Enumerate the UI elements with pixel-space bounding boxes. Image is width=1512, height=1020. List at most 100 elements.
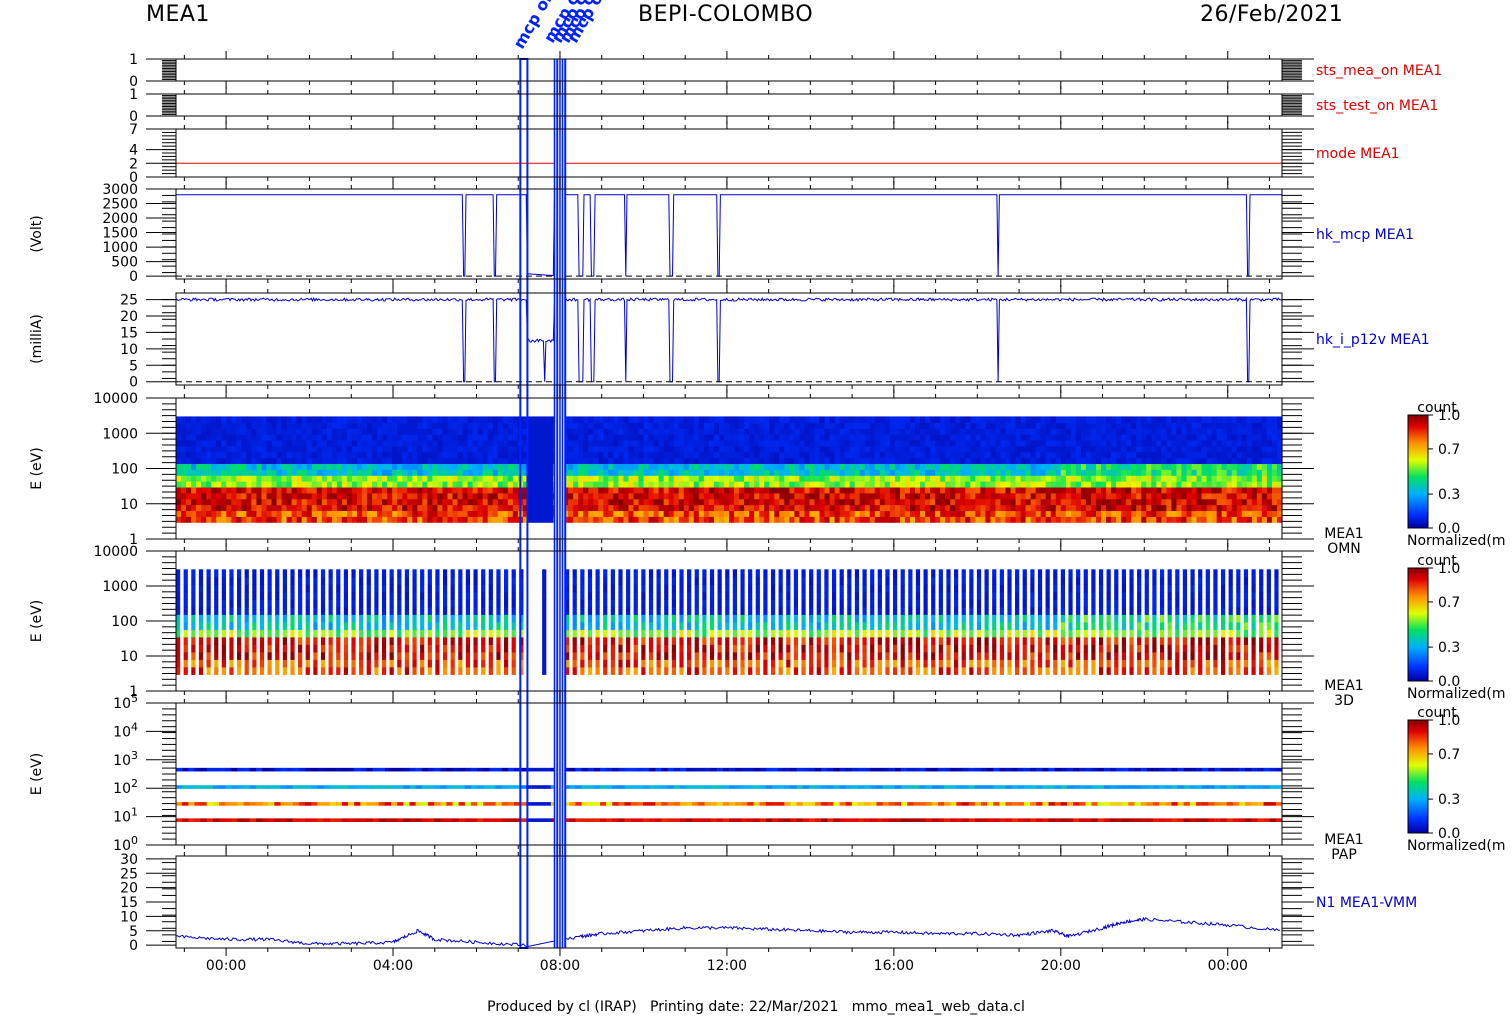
omn-cell [794,498,800,506]
omn-cell [899,475,906,482]
3d-cell [237,666,242,675]
3d-cell [183,576,188,585]
3d-cell [397,584,402,593]
omn-cell [1156,486,1162,494]
omn-cell [1131,434,1137,441]
omn-cell [256,481,263,488]
omn-cell [251,439,258,447]
3d-cell [206,629,211,638]
omn-cell [422,445,428,453]
omn-cell [1040,416,1047,423]
omn-cell [1161,498,1167,506]
3d-cell [237,576,242,585]
omn-cell [467,434,474,441]
omn-cell [1116,463,1122,470]
omn-cell [271,428,278,435]
omn-cell [1126,475,1132,482]
omn-cell [723,498,730,506]
3d-cell [351,606,356,615]
omn-cell [306,463,313,470]
omn-cell [593,463,599,470]
omn-cell [276,498,283,506]
omn-cell [1136,457,1142,465]
omn-cell [331,486,338,494]
omn-cell [181,434,187,441]
omn-cell [774,422,780,429]
omn-cell [1236,516,1243,523]
3d-cell [748,629,753,638]
omn-cell [216,451,222,459]
omn-cell [236,481,242,488]
omn-cell [764,510,770,517]
omn-cell [1171,498,1178,506]
omn-cell [191,492,197,500]
omn-cell [362,510,368,517]
omn-cell [794,428,800,435]
omn-cell [291,481,298,488]
omn-cell [1065,475,1072,482]
omn-cell [477,434,484,441]
3d-cell [465,659,471,668]
omn-cell [839,463,846,470]
omn-cell [628,445,635,453]
omn-cell [181,498,187,506]
3d-cell [267,636,272,645]
omn-cell [186,463,192,470]
3d-cell [648,644,654,653]
omn-cell [1025,469,1032,476]
3d-cell [587,621,593,630]
omn-cell [1070,475,1077,482]
omn-cell [1035,445,1042,453]
omn-cell [834,498,841,506]
omn-cell [241,428,247,435]
omn-cell [1266,428,1273,435]
omn-cell [467,451,474,459]
omn-cell [1050,492,1057,500]
3d-cell [641,584,646,593]
3d-cell [717,576,722,585]
omn-cell [849,428,856,435]
omn-cell [502,498,509,506]
omn-cell [889,504,896,512]
omn-cell [980,504,986,512]
omn-cell [1035,469,1042,476]
omn-cell [688,434,695,441]
3d-cell [694,666,699,675]
omn-cell [1201,469,1208,476]
omn-cell [774,428,780,435]
omn-cell [301,445,308,453]
omn-cell [920,457,926,465]
3d-cell [336,629,341,638]
omn-cell [382,463,388,470]
3d-cell [267,659,272,668]
3d-cell [221,576,226,585]
3d-cell [214,591,219,600]
omn-cell [965,422,971,429]
3d-cell [183,599,188,608]
3d-cell [206,651,211,660]
3d-cell [610,591,615,600]
omn-cell [387,481,393,488]
omn-cell [487,457,494,465]
omn-cell [588,439,594,447]
omn-cell [1186,416,1193,423]
omn-cell [578,428,584,435]
3d-cell [305,584,310,593]
omn-cell [869,498,876,506]
omn-cell [1191,445,1198,453]
3d-cell [587,614,593,623]
omn-cell [1141,475,1147,482]
omn-cell [1181,457,1188,465]
omn-cell [527,469,534,476]
omn-cell [734,439,740,447]
omn-cell [925,445,931,453]
3d-cell [732,651,738,660]
omn-cell [925,510,931,517]
omn-cell [1221,451,1228,459]
omn-cell [784,416,790,423]
omn-cell [537,457,544,465]
3d-cell [290,659,295,668]
omn-cell [181,463,187,470]
omn-cell [1141,422,1147,429]
omn-cell [598,463,604,470]
